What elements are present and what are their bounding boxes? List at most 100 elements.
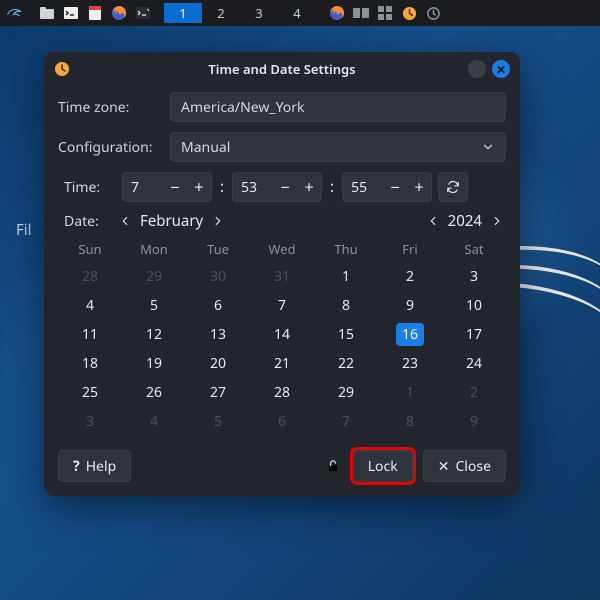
calendar-day[interactable]: 21 bbox=[250, 349, 314, 378]
clock-icon bbox=[54, 61, 70, 77]
clock-tray-icon[interactable] bbox=[398, 3, 420, 23]
lock-button[interactable]: Lock bbox=[353, 450, 413, 482]
calendar-day[interactable]: 16 bbox=[378, 320, 442, 349]
timezone-field[interactable]: America/New_York bbox=[170, 92, 506, 122]
minute-stepper[interactable]: − + bbox=[232, 172, 322, 202]
minute-plus-button[interactable]: + bbox=[297, 173, 321, 201]
firefox-tray-icon[interactable] bbox=[326, 3, 348, 23]
calendar-day[interactable]: 27 bbox=[186, 378, 250, 407]
calendar-day[interactable]: 10 bbox=[442, 291, 506, 320]
second-plus-button[interactable]: + bbox=[407, 173, 431, 201]
calendar-day[interactable]: 31 bbox=[250, 262, 314, 291]
calendar-day[interactable]: 20 bbox=[186, 349, 250, 378]
workspace-1[interactable]: 1 bbox=[164, 3, 202, 23]
month-label[interactable]: February bbox=[140, 211, 203, 231]
hour-minus-button[interactable]: − bbox=[163, 173, 187, 201]
second-minus-button[interactable]: − bbox=[383, 173, 407, 201]
calendar-day[interactable]: 1 bbox=[378, 378, 442, 407]
date-label: Date: bbox=[64, 212, 116, 231]
time-date-settings-dialog: Time and Date Settings ✕ Time zone: Amer… bbox=[44, 52, 520, 496]
dow-header: Tue bbox=[186, 236, 250, 262]
prev-year-button[interactable] bbox=[424, 210, 442, 232]
close-button[interactable]: ✕ Close bbox=[423, 450, 506, 482]
hour-input[interactable] bbox=[123, 178, 163, 197]
calendar-day[interactable]: 1 bbox=[314, 262, 378, 291]
configuration-select[interactable]: Manual bbox=[170, 132, 506, 162]
firefox-icon[interactable] bbox=[108, 3, 130, 23]
minimize-button[interactable] bbox=[468, 60, 486, 78]
year-label[interactable]: 2024 bbox=[448, 211, 482, 231]
calendar-day[interactable]: 19 bbox=[122, 349, 186, 378]
dow-header: Fri bbox=[378, 236, 442, 262]
calendar-day[interactable]: 11 bbox=[58, 320, 122, 349]
calendar-day[interactable]: 28 bbox=[250, 378, 314, 407]
calendar-day[interactable]: 5 bbox=[186, 407, 250, 436]
calendar-day[interactable]: 5 bbox=[122, 291, 186, 320]
help-button[interactable]: ? Help bbox=[58, 450, 131, 482]
calendar-day[interactable]: 7 bbox=[314, 407, 378, 436]
calendar-day[interactable]: 8 bbox=[378, 407, 442, 436]
calendar-day[interactable]: 6 bbox=[186, 291, 250, 320]
workspace-3[interactable]: 3 bbox=[240, 3, 278, 23]
kali-menu-icon[interactable] bbox=[4, 3, 26, 23]
calendar-day[interactable]: 9 bbox=[378, 291, 442, 320]
calendar-day[interactable]: 12 bbox=[122, 320, 186, 349]
unlock-icon bbox=[323, 456, 343, 476]
close-window-button[interactable]: ✕ bbox=[492, 60, 510, 78]
calendar-day[interactable]: 13 bbox=[186, 320, 250, 349]
calendar-day[interactable]: 4 bbox=[58, 291, 122, 320]
calendar-day[interactable]: 26 bbox=[122, 378, 186, 407]
prev-month-button[interactable] bbox=[116, 210, 134, 232]
next-year-button[interactable] bbox=[488, 210, 506, 232]
workspace-2[interactable]: 2 bbox=[202, 3, 240, 23]
calendar-day[interactable]: 8 bbox=[314, 291, 378, 320]
calendar-day[interactable]: 9 bbox=[442, 407, 506, 436]
calendar-day[interactable]: 30 bbox=[186, 262, 250, 291]
editor-icon[interactable] bbox=[84, 3, 106, 23]
dow-header: Thu bbox=[314, 236, 378, 262]
calendar-day[interactable]: 14 bbox=[250, 320, 314, 349]
files-icon[interactable] bbox=[36, 3, 58, 23]
titlebar[interactable]: Time and Date Settings ✕ bbox=[44, 52, 520, 86]
calendar-day[interactable]: 17 bbox=[442, 320, 506, 349]
dialog-title: Time and Date Settings bbox=[208, 60, 355, 78]
hour-plus-button[interactable]: + bbox=[187, 173, 211, 201]
calendar-day[interactable]: 2 bbox=[442, 378, 506, 407]
calendar-day[interactable]: 29 bbox=[122, 262, 186, 291]
terminal-white-icon[interactable] bbox=[60, 3, 82, 23]
next-month-button[interactable] bbox=[209, 210, 227, 232]
calendar-day[interactable]: 3 bbox=[58, 407, 122, 436]
timezone-label: Time zone: bbox=[58, 98, 158, 117]
dow-header: Sat bbox=[442, 236, 506, 262]
calendar-day[interactable]: 18 bbox=[58, 349, 122, 378]
calendar-day[interactable]: 4 bbox=[122, 407, 186, 436]
calendar-day[interactable]: 22 bbox=[314, 349, 378, 378]
time-label: Time: bbox=[64, 178, 116, 197]
workspace-overview-icon[interactable] bbox=[374, 3, 396, 23]
calendar-day[interactable]: 28 bbox=[58, 262, 122, 291]
dow-header: Wed bbox=[250, 236, 314, 262]
second-stepper[interactable]: − + bbox=[342, 172, 432, 202]
calendar-day[interactable]: 15 bbox=[314, 320, 378, 349]
calendar-day[interactable]: 23 bbox=[378, 349, 442, 378]
top-panel: 1234 bbox=[0, 0, 600, 26]
minute-input[interactable] bbox=[233, 178, 273, 197]
dow-header: Sun bbox=[58, 236, 122, 262]
terminal-dark-icon[interactable] bbox=[132, 3, 154, 23]
workspace-4[interactable]: 4 bbox=[278, 3, 316, 23]
calendar-day[interactable]: 6 bbox=[250, 407, 314, 436]
hour-stepper[interactable]: − + bbox=[122, 172, 212, 202]
calendar-day[interactable]: 7 bbox=[250, 291, 314, 320]
power-tray-icon[interactable] bbox=[422, 3, 444, 23]
window-list-icon[interactable] bbox=[350, 3, 372, 23]
calendar-day[interactable]: 2 bbox=[378, 262, 442, 291]
calendar-day[interactable]: 29 bbox=[314, 378, 378, 407]
second-input[interactable] bbox=[343, 178, 383, 197]
calendar-day[interactable]: 24 bbox=[442, 349, 506, 378]
calendar: SunMonTueWedThuFriSat 282930311234567891… bbox=[58, 236, 506, 436]
sync-now-button[interactable] bbox=[438, 172, 468, 202]
calendar-day[interactable]: 3 bbox=[442, 262, 506, 291]
calendar-day[interactable]: 25 bbox=[58, 378, 122, 407]
minute-minus-button[interactable]: − bbox=[273, 173, 297, 201]
configuration-label: Configuration: bbox=[58, 138, 158, 157]
